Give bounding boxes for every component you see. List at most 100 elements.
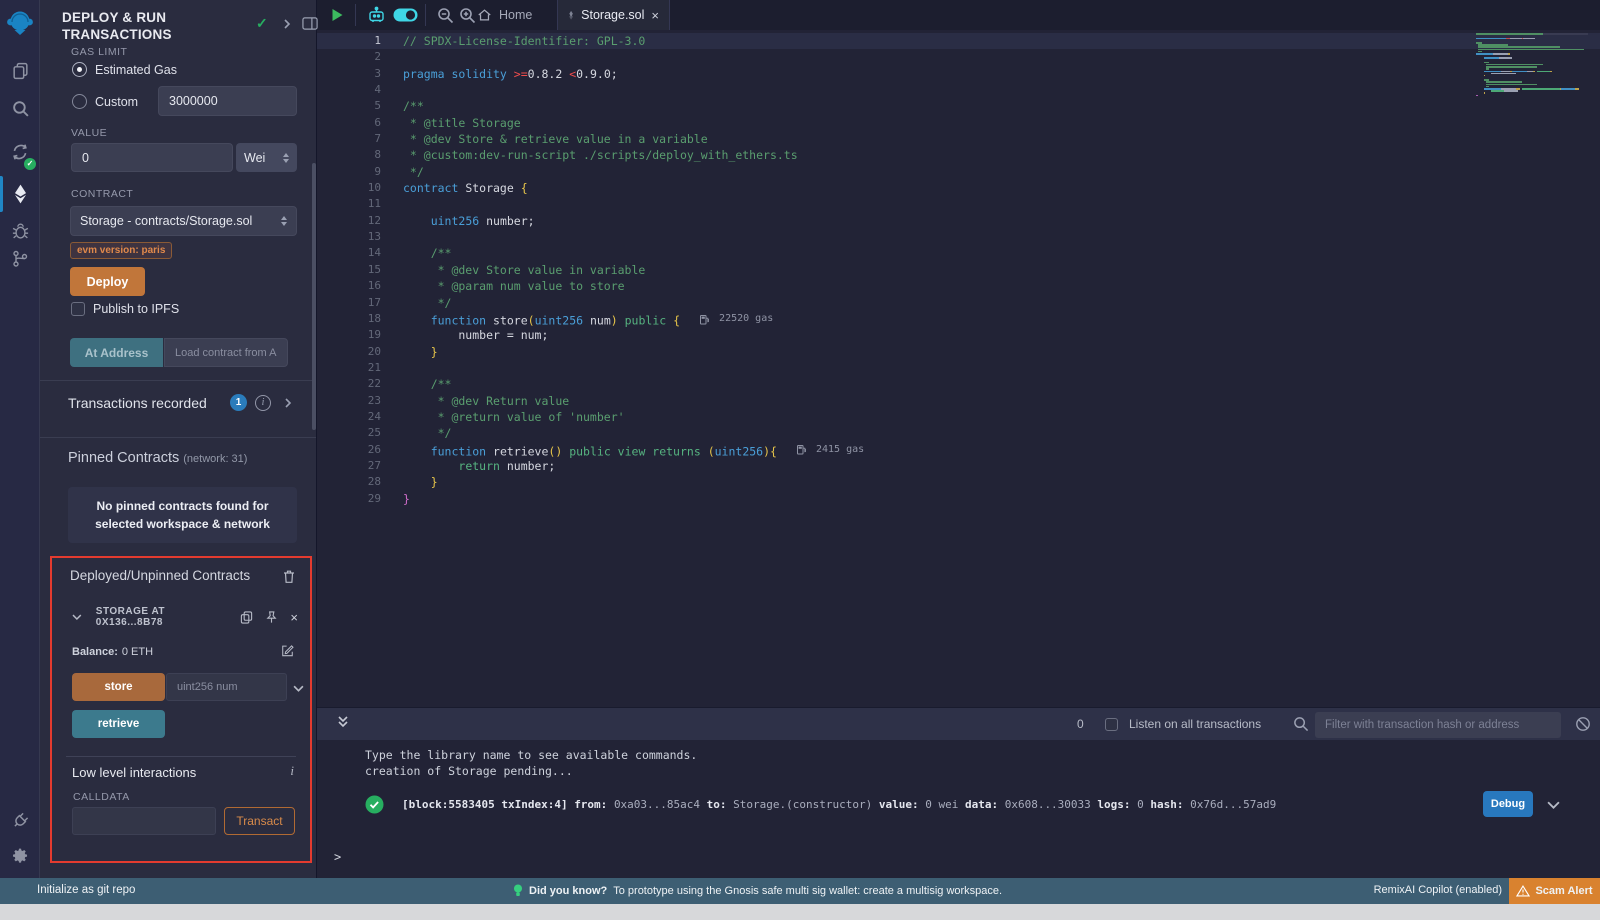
- terminal-body[interactable]: Type the library name to see available c…: [317, 740, 1600, 878]
- code-line[interactable]: 12 uint256 number;: [317, 213, 1600, 229]
- code-line[interactable]: 11: [317, 196, 1600, 212]
- zoom-out-button[interactable]: [437, 0, 454, 30]
- low-level-info-icon[interactable]: i: [290, 763, 294, 779]
- sidebar-item-debugger[interactable]: [0, 218, 40, 242]
- store-arg-input[interactable]: [166, 673, 287, 701]
- pin-panel-icon[interactable]: [302, 16, 318, 36]
- window-edge: [0, 904, 1600, 920]
- publish-ipfs-checkbox[interactable]: [71, 302, 85, 316]
- code-line[interactable]: 23 * @dev Return value: [317, 393, 1600, 409]
- retrieve-button[interactable]: retrieve: [72, 710, 165, 738]
- code-line[interactable]: 28 }: [317, 474, 1600, 490]
- instance-expand-chevron-icon[interactable]: [72, 614, 82, 621]
- panel-scrollbar[interactable]: [312, 163, 316, 430]
- value-unit-select[interactable]: Wei: [236, 143, 297, 172]
- scam-alert-button[interactable]: Scam Alert: [1509, 878, 1600, 904]
- code-line[interactable]: 27 return number;: [317, 458, 1600, 474]
- tx-expand-chevron-icon[interactable]: [1547, 795, 1560, 814]
- run-script-button[interactable]: [331, 0, 344, 30]
- clear-console-icon[interactable]: [1575, 716, 1591, 737]
- clear-instances-trash-icon[interactable]: [282, 569, 296, 589]
- code-line[interactable]: 6 * @title Storage: [317, 115, 1600, 131]
- code-line[interactable]: 25 */: [317, 425, 1600, 441]
- transaction-log-row[interactable]: [block:5583405 txIndex:4] from: 0xa03...…: [365, 789, 1560, 819]
- terminal-filter-input[interactable]: [1315, 712, 1561, 738]
- code-line[interactable]: 21: [317, 360, 1600, 376]
- at-address-button[interactable]: At Address: [70, 338, 163, 367]
- code-line[interactable]: 9 */: [317, 164, 1600, 180]
- tab-storage-sol[interactable]: Storage.sol ×: [557, 0, 670, 30]
- custom-gas-radio[interactable]: [72, 94, 87, 109]
- pin-icon[interactable]: [265, 610, 278, 624]
- sidebar-item-settings[interactable]: [0, 845, 40, 867]
- listen-all-label: Listen on all transactions: [1129, 717, 1261, 731]
- contract-instance-row[interactable]: STORAGE AT 0X136...8B78 ×: [72, 606, 298, 628]
- line-text: * @param num value to store: [403, 278, 625, 294]
- ai-copilot-button[interactable]: [367, 0, 386, 30]
- store-button[interactable]: store: [72, 673, 165, 701]
- custom-gas-input[interactable]: [158, 86, 297, 116]
- publish-ipfs-row[interactable]: Publish to IPFS: [71, 302, 179, 316]
- terminal-search-icon[interactable]: [1293, 716, 1309, 737]
- copilot-status[interactable]: RemixAI Copilot (enabled): [1374, 884, 1502, 896]
- code-line[interactable]: 19 number = num;: [317, 327, 1600, 343]
- terminal-collapse-icon[interactable]: [337, 715, 349, 734]
- code-line[interactable]: 15 * @dev Store value in variable: [317, 262, 1600, 278]
- code-line[interactable]: 13: [317, 229, 1600, 245]
- code-line[interactable]: 18 function store(uint256 num) public { …: [317, 311, 1600, 327]
- listen-all-checkbox[interactable]: [1105, 718, 1118, 731]
- sidebar-item-solidity-compiler[interactable]: ✓: [0, 138, 40, 166]
- estimated-gas-radio[interactable]: [72, 62, 87, 77]
- value-input[interactable]: [71, 143, 233, 172]
- transactions-expand-chevron-icon[interactable]: [284, 396, 292, 414]
- code-line[interactable]: 26 function retrieve() public view retur…: [317, 442, 1600, 458]
- did-you-know-tip: Did you know? To prototype using the Gno…: [513, 884, 1002, 898]
- sidebar-item-git[interactable]: [0, 246, 40, 270]
- code-line[interactable]: 22 /**: [317, 376, 1600, 392]
- code-line[interactable]: 4: [317, 82, 1600, 98]
- code-line[interactable]: 10contract Storage {: [317, 180, 1600, 196]
- code-line[interactable]: 7 * @dev Store & retrieve value in a var…: [317, 131, 1600, 147]
- code-line[interactable]: 24 * @return value of 'number': [317, 409, 1600, 425]
- remove-instance-icon[interactable]: ×: [290, 611, 298, 624]
- deploy-button[interactable]: Deploy: [70, 267, 145, 296]
- code-line[interactable]: 2: [317, 49, 1600, 65]
- minimap[interactable]: [1476, 33, 1588, 96]
- code-editor[interactable]: 1// SPDX-License-Identifier: GPL-3.023pr…: [317, 30, 1600, 707]
- code-line[interactable]: 17 */: [317, 295, 1600, 311]
- line-number: 21: [317, 360, 381, 376]
- sidebar-item-search[interactable]: [0, 96, 40, 120]
- status-bar: Initialize as git repo Did you know? To …: [0, 878, 1600, 904]
- at-address-input[interactable]: [164, 338, 288, 367]
- debug-button[interactable]: Debug: [1483, 791, 1533, 817]
- sidebar-item-deploy-run[interactable]: [0, 180, 40, 208]
- remix-logo[interactable]: [0, 7, 40, 39]
- transact-button[interactable]: Transact: [224, 807, 295, 835]
- panel-collapse-chevron-icon[interactable]: [283, 17, 291, 35]
- code-line[interactable]: 29}: [317, 491, 1600, 507]
- code-line[interactable]: 3pragma solidity >=0.8.2 <0.9.0;: [317, 66, 1600, 82]
- tab-home[interactable]: Home: [477, 0, 532, 30]
- code-line[interactable]: 16 * @param num value to store: [317, 278, 1600, 294]
- store-expand-chevron-icon[interactable]: [293, 680, 304, 698]
- contract-select[interactable]: Storage - contracts/Storage.sol: [70, 206, 297, 236]
- custom-gas-option[interactable]: Custom: [72, 94, 138, 109]
- copy-icon[interactable]: [240, 610, 253, 624]
- code-line[interactable]: 14 /**: [317, 245, 1600, 261]
- deploy-run-panel: DEPLOY & RUN TRANSACTIONS ✓ GAS LIMIT Es…: [40, 0, 317, 878]
- sidebar-item-plugin-manager[interactable]: [0, 808, 40, 832]
- transactions-info-icon[interactable]: i: [255, 395, 271, 411]
- git-init-button[interactable]: Initialize as git repo: [37, 884, 135, 896]
- code-line[interactable]: 8 * @custom:dev-run-script ./scripts/dep…: [317, 147, 1600, 163]
- code-line[interactable]: 1// SPDX-License-Identifier: GPL-3.0: [317, 33, 1600, 49]
- sidebar-item-file-explorer[interactable]: [0, 58, 40, 82]
- line-text: /**: [403, 98, 424, 114]
- zoom-in-button[interactable]: [459, 0, 476, 30]
- copilot-toggle[interactable]: [393, 0, 418, 30]
- tab-close-icon[interactable]: ×: [651, 8, 659, 23]
- code-line[interactable]: 20 }: [317, 344, 1600, 360]
- estimated-gas-option[interactable]: Estimated Gas: [72, 62, 177, 77]
- edit-balance-icon[interactable]: [281, 644, 294, 660]
- calldata-input[interactable]: [72, 807, 216, 835]
- code-line[interactable]: 5/**: [317, 98, 1600, 114]
